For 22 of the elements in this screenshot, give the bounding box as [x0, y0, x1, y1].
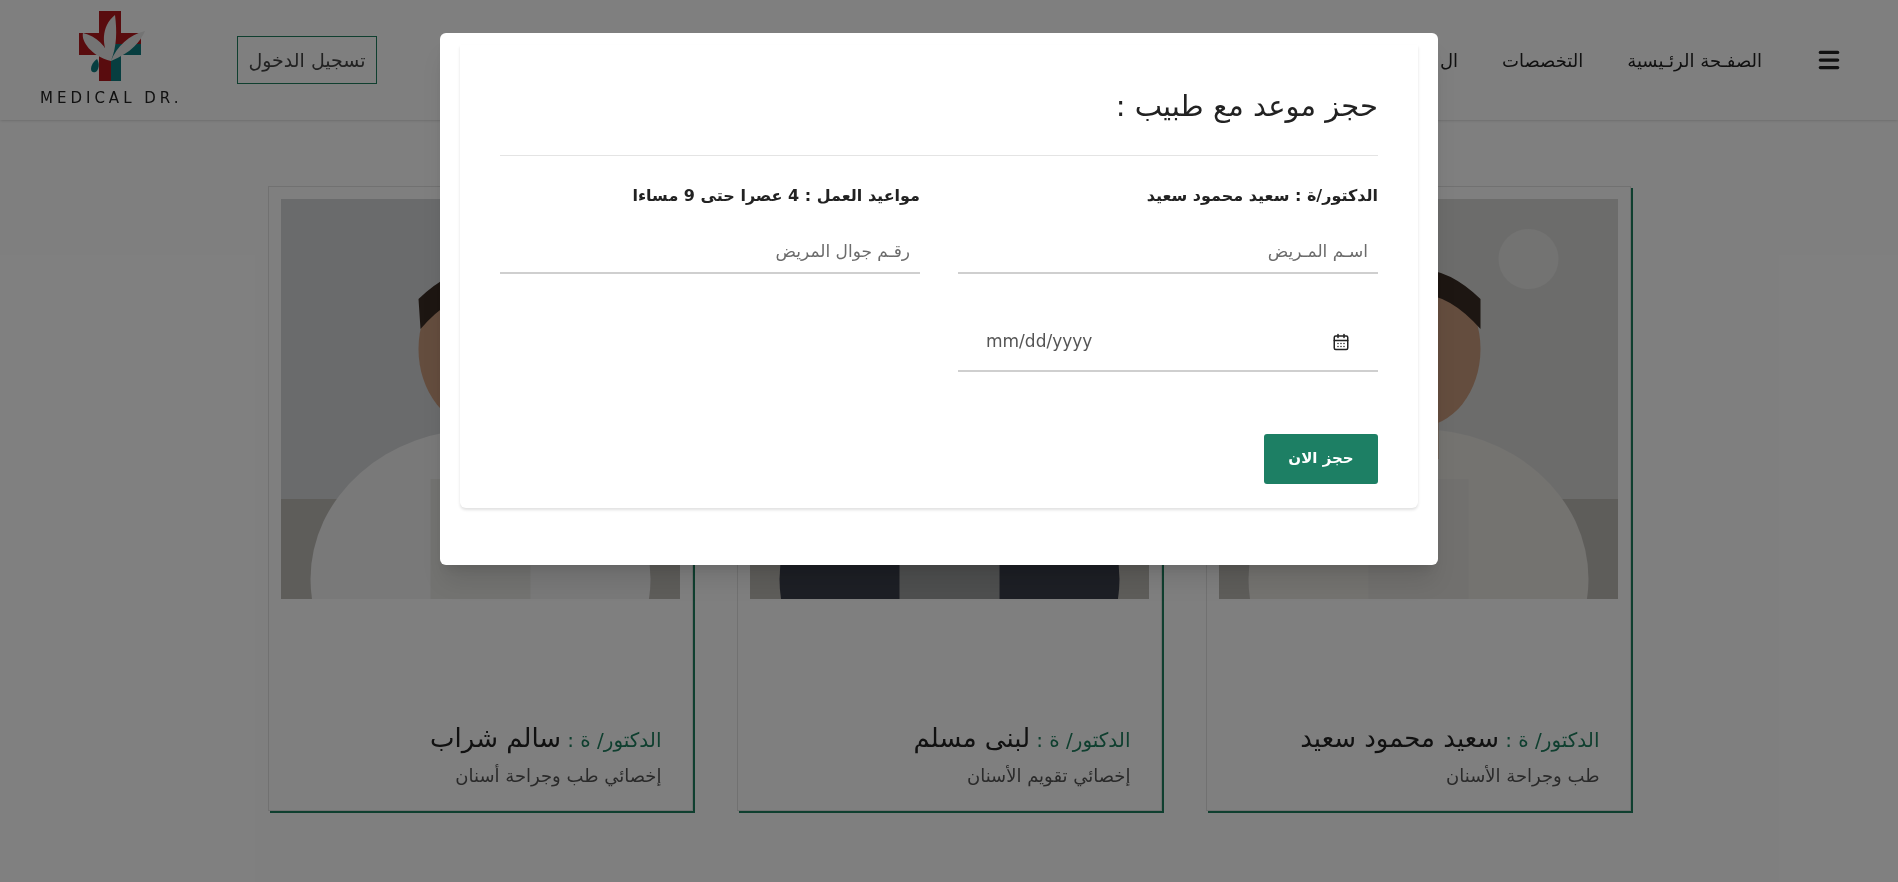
login-button[interactable]: تسجيل الدخول	[237, 36, 377, 84]
doctor-name: لبنى مسلم	[913, 722, 1031, 756]
working-hours: مواعيد العمل : 4 عصرا حتى 9 مساءا	[631, 184, 920, 207]
doctor-name: سالم شراب	[430, 722, 562, 756]
doctor-title: الدكتور/ ة :	[1505, 727, 1600, 754]
doctor-title: الدكتور/ ة :	[1036, 727, 1131, 754]
logo-text: MEDICAL DR.	[40, 87, 183, 109]
text-field[interactable]: اسـم المـريض	[958, 229, 1378, 274]
calendar-icon[interactable]	[1332, 332, 1350, 351]
doctor-specialty: طب وجراحة الأسنان	[1445, 764, 1601, 789]
doctor-title: الدكتور/ ة :	[567, 727, 662, 754]
doctor-label: الدكتور/ة : سعيد محمود سعيد	[1145, 184, 1378, 207]
nav-link[interactable]: الصفـحة الرئـيسية	[1627, 46, 1762, 74]
nav-link[interactable]: ال	[1439, 46, 1459, 74]
doctor-name: سعيد محمود سعيد	[1300, 722, 1500, 756]
doctor-specialty: إخصائي طب وجراحة أسنان	[454, 763, 663, 789]
doctor-specialty: إخصائي تقويم الأسنان	[965, 764, 1132, 789]
book-now-button[interactable]: حجز الان	[1264, 433, 1378, 484]
dialog-title: حجز موعد مع طبيب :	[1114, 88, 1378, 125]
nav-link[interactable]: التخصصات	[1502, 46, 1584, 74]
date-field[interactable]: mm/dd/yyyy	[958, 311, 1378, 372]
text-field[interactable]: رقـم جوال المريض	[500, 229, 920, 274]
